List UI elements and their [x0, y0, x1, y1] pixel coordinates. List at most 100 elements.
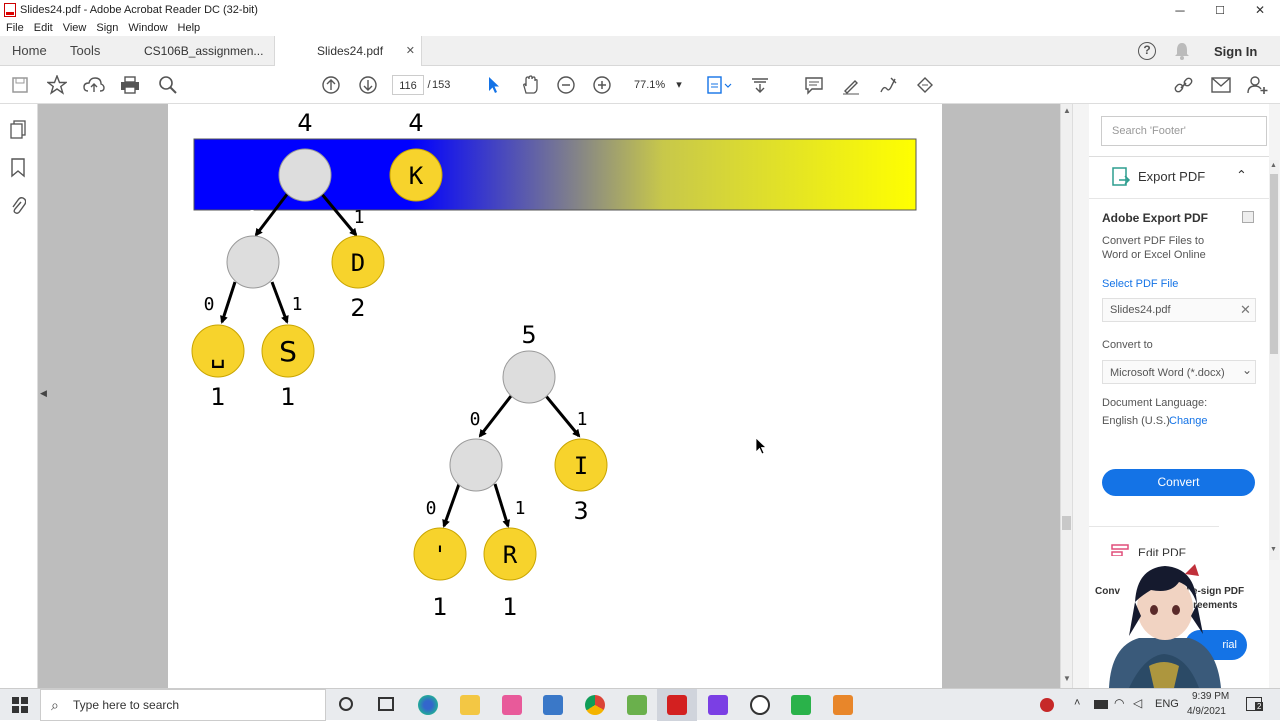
tab-document-slides[interactable]: Slides24.pdf ✕ [274, 36, 422, 67]
leaf-d-label: D [351, 249, 365, 277]
share-link-icon[interactable] [1172, 73, 1196, 97]
selected-file-field[interactable]: Slides24.pdf ✕ [1102, 298, 1256, 322]
previous-page-icon[interactable] [319, 73, 343, 97]
select-pdf-label[interactable]: Select PDF File [1102, 278, 1178, 290]
tab-home[interactable]: Home [12, 36, 47, 66]
menu-sign[interactable]: Sign [96, 22, 118, 34]
panel-scrollbar-thumb[interactable] [1270, 174, 1278, 354]
leaf-d-weight: 2 [350, 294, 365, 322]
menu-help[interactable]: Help [178, 22, 201, 34]
bottom-internal-node [449, 438, 503, 492]
fit-page-icon[interactable] [703, 73, 735, 97]
clock-date[interactable]: 4/9/2021 [1187, 706, 1226, 717]
format-select[interactable]: Microsoft Word (*.docx) ⌄ [1102, 360, 1256, 384]
taskbar-search-box[interactable]: ⌕ Type here to search [40, 689, 326, 721]
add-user-icon[interactable] [1246, 73, 1270, 97]
left-navigation-rail [0, 104, 38, 688]
comment-icon[interactable] [802, 73, 826, 97]
pinned-app-2-icon[interactable] [627, 695, 647, 715]
leaf-s-weight: 1 [280, 383, 295, 411]
upload-cloud-icon[interactable] [82, 73, 106, 97]
acrobat-taskbar-active[interactable] [657, 689, 697, 721]
menu-window[interactable]: Window [128, 22, 167, 34]
remove-file-icon[interactable]: ✕ [1240, 302, 1251, 318]
print-icon[interactable] [118, 73, 142, 97]
tabs-bar: Home Tools CS106B_assignmen... Slides24.… [0, 36, 1280, 67]
change-language-link[interactable]: Change [1169, 415, 1208, 427]
scroll-mode-icon[interactable] [748, 73, 772, 97]
edge-b-root-right [544, 395, 581, 438]
language-indicator[interactable]: ENG [1155, 698, 1179, 710]
page-number-input[interactable]: 116 [392, 75, 424, 95]
zoom-level-select[interactable]: 77.1% ▾ [626, 75, 686, 95]
highlight-pen-icon[interactable] [839, 73, 863, 97]
menu-bar: File Edit View Sign Window Help [0, 20, 1280, 36]
sublime-text-icon[interactable] [833, 695, 853, 715]
page-thumbnails-icon[interactable] [9, 120, 27, 143]
notification-center-icon[interactable]: 2 [1246, 697, 1264, 711]
close-window-button[interactable]: ✕ [1240, 0, 1280, 20]
file-explorer-icon[interactable] [460, 695, 480, 715]
email-icon[interactable] [1209, 73, 1233, 97]
pinned-app-icon[interactable] [502, 695, 522, 715]
zoom-out-icon[interactable] [554, 73, 578, 97]
menu-view[interactable]: View [63, 22, 87, 34]
hand-tool-icon[interactable] [518, 73, 542, 97]
convert-button[interactable]: Convert [1102, 469, 1255, 496]
maximize-button[interactable]: ☐ [1200, 0, 1240, 20]
search-tools-input[interactable]: Search 'Footer' [1101, 116, 1267, 146]
tray-record-icon[interactable] [1040, 698, 1054, 712]
edge-mid-left [220, 281, 237, 324]
twitch-icon[interactable] [708, 695, 728, 715]
bookmarks-icon[interactable] [10, 158, 26, 181]
panel-scrollbar[interactable]: ▲ ▼ [1269, 160, 1279, 560]
collapse-left-panel-icon[interactable]: ◀ [40, 388, 47, 399]
sign-in-button[interactable]: Sign In [1214, 44, 1257, 59]
obs-icon[interactable] [750, 695, 770, 715]
edge-label-b-root-1: 1 [577, 409, 588, 430]
bookmark-star-icon[interactable] [45, 73, 69, 97]
battery-icon[interactable] [1094, 700, 1108, 709]
edge-b-mid-right [493, 483, 511, 528]
more-tools-icon[interactable] [913, 73, 937, 97]
document-viewport[interactable]: ◀ 4 K 4 D 2 ␣ 1 S 1 0 1 0 1 5 I 3 ' 1 R … [38, 104, 1060, 688]
scrollbar-thumb[interactable] [1062, 516, 1071, 530]
cortana-icon[interactable] [339, 697, 353, 711]
tab-tools[interactable]: Tools [70, 36, 100, 66]
chevron-up-icon[interactable]: ⌄ [1236, 166, 1247, 182]
task-view-icon[interactable] [378, 697, 394, 711]
mail-icon[interactable] [543, 695, 563, 715]
document-scrollbar[interactable]: ▲ ▼ [1060, 104, 1072, 688]
tab-document-assignment[interactable]: CS106B_assignmen... [134, 36, 274, 66]
scroll-up-icon[interactable]: ▲ [1063, 106, 1071, 115]
clock-time[interactable]: 9:39 PM [1192, 691, 1229, 702]
tab-close-icon[interactable]: ✕ [406, 36, 415, 66]
edge-label-b-mid-1: 1 [515, 498, 526, 519]
sign-pen-icon[interactable] [876, 73, 900, 97]
notification-bell-icon[interactable] [1174, 42, 1190, 60]
edge-browser-icon[interactable] [418, 695, 438, 715]
qt-creator-icon[interactable] [791, 695, 811, 715]
select-cursor-icon[interactable] [481, 73, 505, 97]
minimize-button[interactable]: ─ [1160, 0, 1200, 20]
next-page-icon[interactable] [356, 73, 380, 97]
chevron-down-icon: ▾ [676, 79, 682, 91]
wifi-icon[interactable]: ◠ [1114, 696, 1124, 710]
menu-edit[interactable]: Edit [34, 22, 53, 34]
zoom-in-icon[interactable] [590, 73, 614, 97]
attachments-paperclip-icon[interactable] [10, 196, 27, 219]
chrome-icon[interactable] [585, 695, 605, 715]
volume-icon[interactable]: ◁ [1133, 696, 1142, 710]
mouse-cursor-icon [755, 437, 768, 455]
huffman-tree-slide: 4 K 4 D 2 ␣ 1 S 1 0 1 0 1 5 I 3 ' 1 R 1 … [191, 109, 917, 621]
help-icon[interactable]: ? [1138, 42, 1156, 60]
copy-icon[interactable] [1242, 211, 1254, 223]
menu-file[interactable]: File [6, 22, 24, 34]
scroll-down-icon[interactable]: ▼ [1063, 674, 1071, 683]
tray-chevron-up-icon[interactable]: ˄ [1074, 697, 1080, 709]
save-icon[interactable] [8, 73, 32, 97]
leaf-i-weight: 3 [573, 497, 588, 525]
export-pdf-title[interactable]: Export PDF [1138, 169, 1205, 184]
find-zoom-icon[interactable] [156, 73, 180, 97]
windows-start-icon[interactable] [12, 697, 28, 716]
